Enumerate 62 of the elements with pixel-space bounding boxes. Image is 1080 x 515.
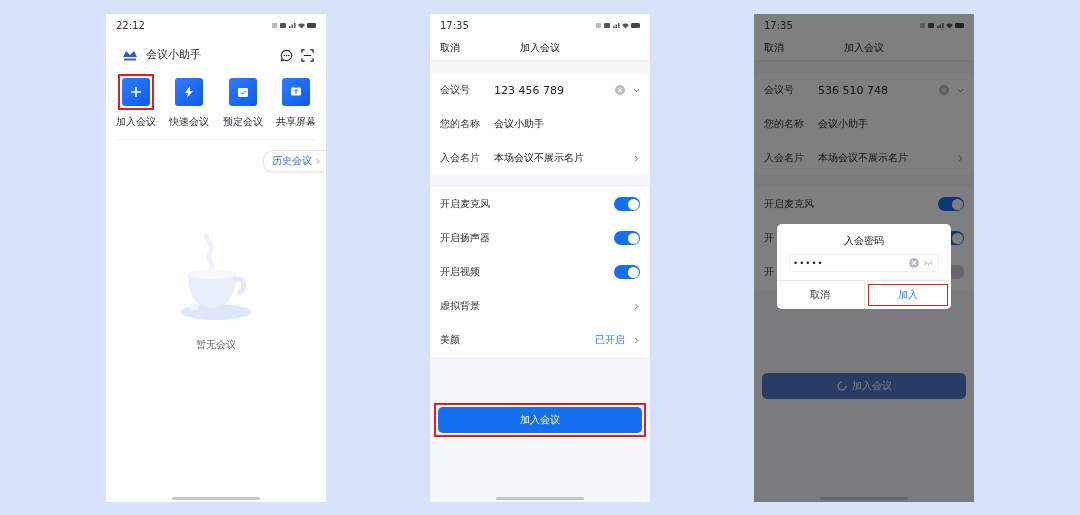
status-time: 17:35	[764, 19, 793, 31]
scan-icon[interactable]	[301, 48, 314, 62]
setting-label: 开启视频	[440, 265, 480, 279]
share-screen-icon	[290, 86, 302, 98]
app-title: 会议小助手	[146, 48, 202, 62]
field-label: 您的名称	[764, 117, 805, 131]
toggle-switch[interactable]	[614, 231, 640, 245]
action-button[interactable]: 快速会议	[165, 74, 214, 129]
chevron-right-icon	[957, 154, 964, 162]
empty-state-text: 暂无会议	[196, 338, 236, 352]
calendar-icon	[236, 86, 249, 98]
plus-icon	[130, 86, 142, 98]
status-icons-drawing	[920, 21, 964, 29]
action-button[interactable]: 共享屏幕	[272, 74, 320, 129]
setting-label: 开启麦克风	[764, 197, 814, 211]
cancel-button[interactable]: 取消	[440, 41, 460, 55]
toggle-switch[interactable]	[614, 197, 640, 211]
page-title: 加入会议	[844, 41, 884, 55]
chevron-right-icon	[315, 157, 321, 165]
field-label: 入会名片	[440, 151, 481, 165]
action-button[interactable]: 加入会议	[112, 74, 160, 129]
lightning-icon	[184, 86, 195, 98]
field-label: 您的名称	[440, 117, 481, 131]
setting-label: 开启扬声器	[440, 231, 490, 245]
status-time: 17:35	[440, 19, 469, 31]
field-label: 入会名片	[764, 151, 805, 165]
join-button[interactable]: 加入会议	[438, 407, 642, 433]
spinner-icon	[836, 381, 847, 391]
chevron-down-icon	[633, 86, 640, 94]
cancel-button[interactable]: 取消	[764, 41, 784, 55]
toggle-switch[interactable]	[614, 265, 640, 279]
action-button[interactable]: 预定会议	[218, 74, 267, 129]
setting-value: 已开启	[595, 333, 625, 347]
history-button[interactable]: 历史会议	[263, 150, 326, 172]
setting-label: 美颜	[440, 333, 460, 347]
field-value: 会议小助手	[818, 117, 869, 131]
field-label: 会议号	[440, 83, 471, 97]
setting-label: 开	[764, 231, 774, 245]
status-icons-drawing	[596, 21, 640, 29]
status-icons-drawing	[272, 21, 316, 29]
chevron-right-icon	[633, 154, 640, 162]
page-title: 加入会议	[520, 41, 560, 55]
chat-icon[interactable]	[280, 48, 293, 62]
setting-label: 开启麦克风	[440, 197, 490, 211]
setting-label: 开	[764, 265, 774, 279]
field-value[interactable]: 123 456 789	[494, 83, 607, 97]
field-value[interactable]: 本场会议不展示名片	[494, 151, 625, 165]
dialog-button[interactable]: 加入	[863, 281, 951, 309]
toggle-switch[interactable]	[938, 197, 964, 211]
field-value[interactable]: 本场会议不展示名片	[818, 151, 949, 165]
status-time: 22:12	[116, 19, 145, 31]
field-value: 会议小助手	[494, 117, 545, 131]
password-field[interactable]: •••••	[789, 254, 939, 272]
chevron-right-icon	[633, 302, 640, 310]
chevron-right-icon	[633, 336, 640, 344]
field-label: 会议号	[764, 83, 795, 97]
setting-label: 虚拟背景	[440, 299, 480, 313]
chevron-down-icon	[957, 86, 964, 94]
field-value[interactable]: 536 510 748	[818, 83, 931, 97]
app-logo-icon	[122, 48, 138, 62]
password-input[interactable]: •••••	[794, 258, 905, 268]
dialog-title: 入会密码	[844, 234, 884, 248]
